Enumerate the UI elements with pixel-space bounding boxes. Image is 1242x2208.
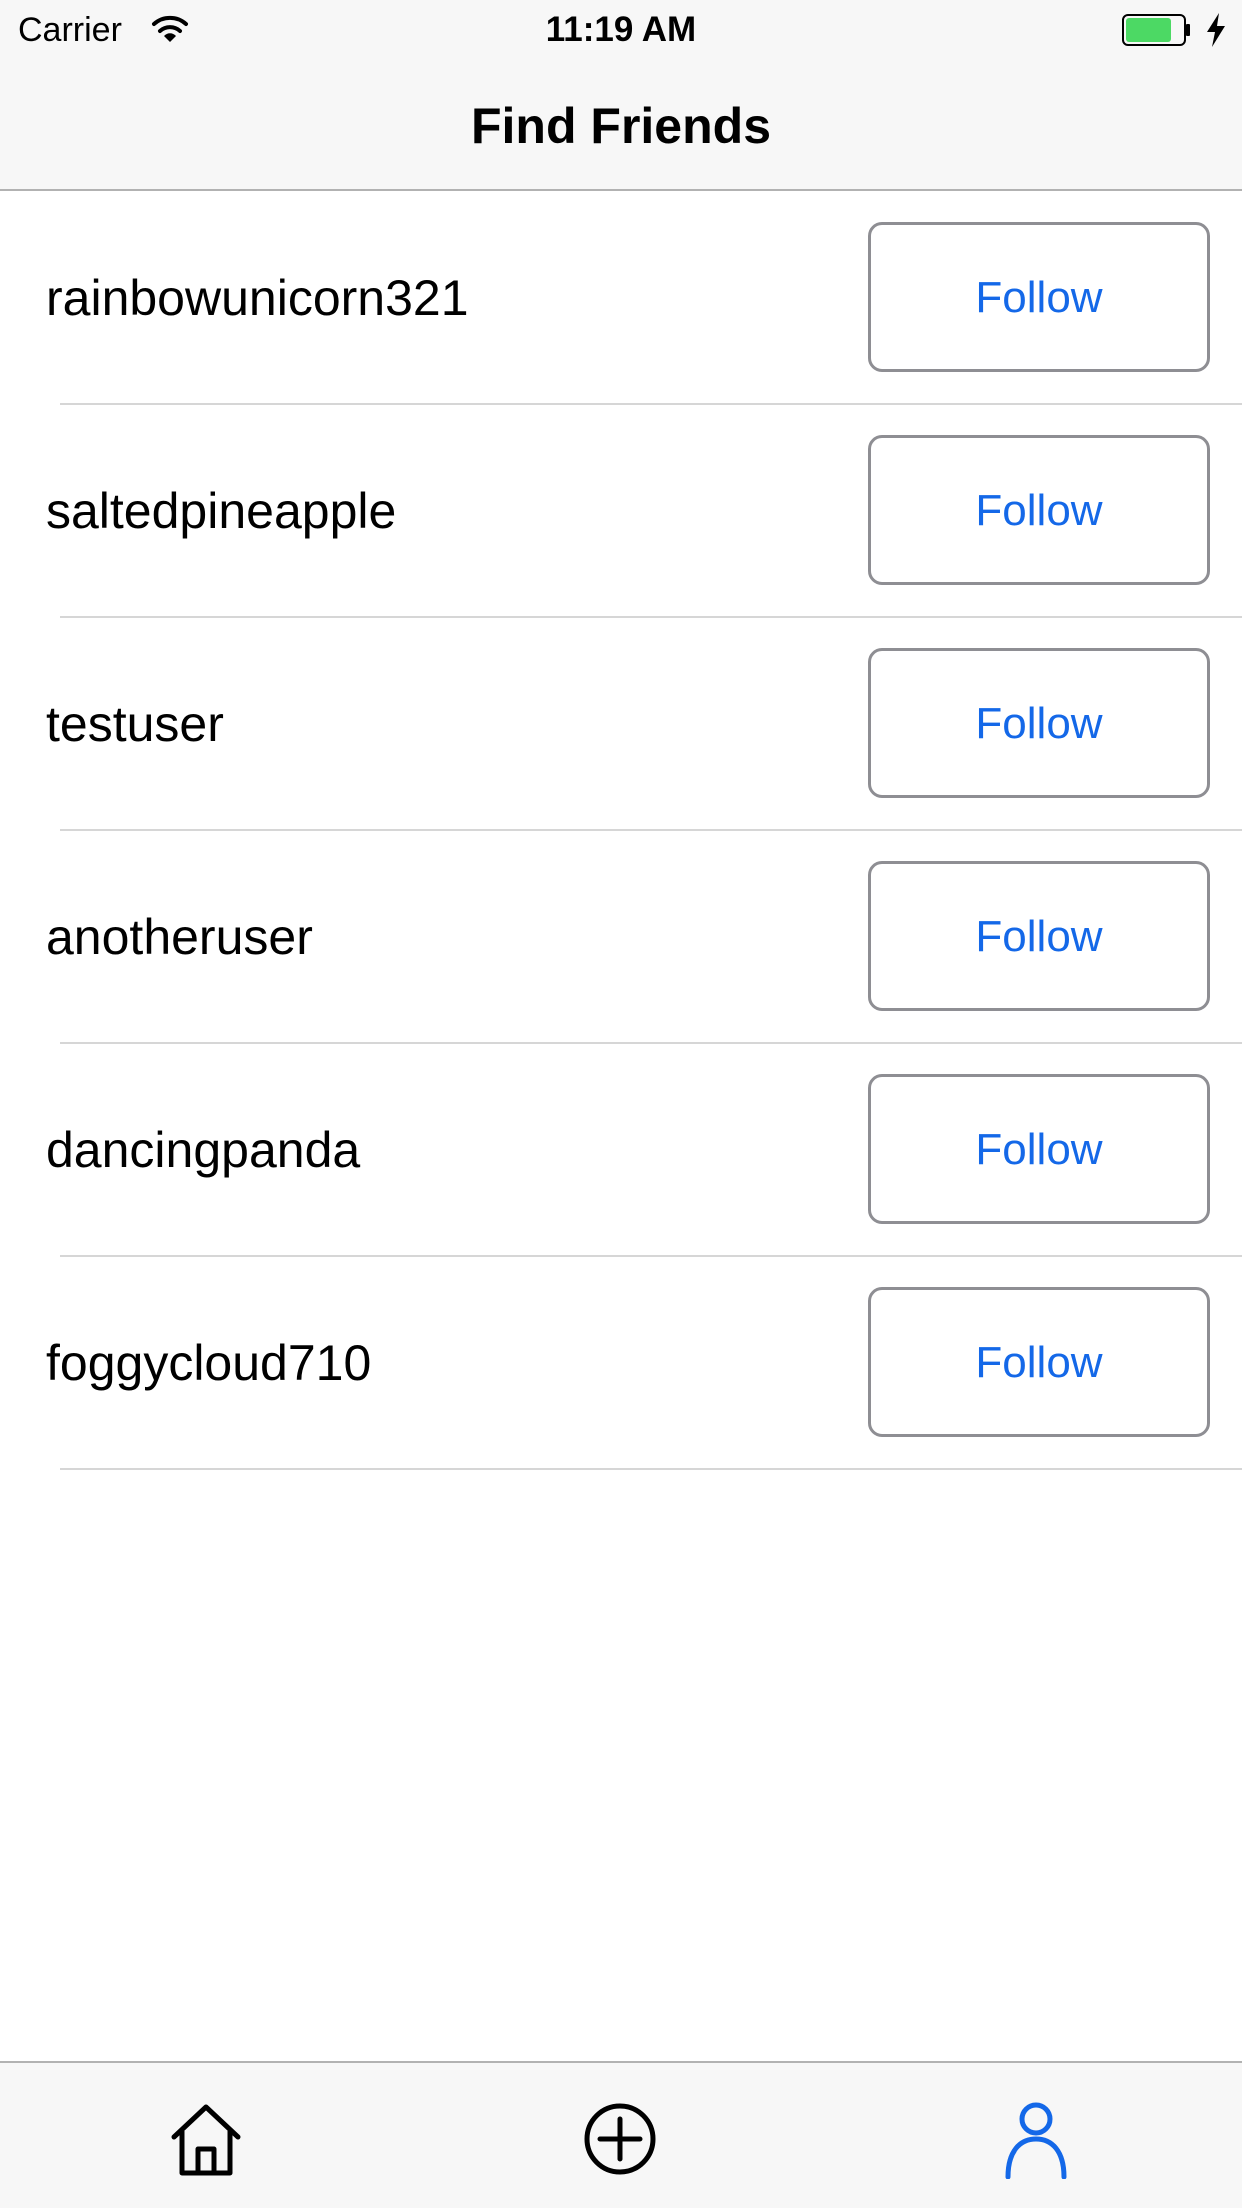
status-bar: Carrier 11:19 AM [0,0,1242,60]
navigation-bar: Find Friends [0,60,1242,191]
tab-bar [0,2061,1242,2208]
username-label: dancingpanda [46,1122,361,1178]
username-label: anotheruser [46,909,313,965]
add-circle-icon [584,2103,656,2175]
follow-button[interactable]: Follow [868,648,1210,798]
list-item: testuser Follow [0,618,1242,831]
status-time: 11:19 AM [545,10,697,49]
list-item: rainbowunicorn321 Follow [0,192,1242,405]
list-item: anotheruser Follow [0,831,1242,1044]
username-label: rainbowunicorn321 [46,270,469,326]
list-item: dancingpanda Follow [0,1044,1242,1257]
follow-button[interactable]: Follow [868,435,1210,585]
profile-icon [1005,2102,1067,2179]
follow-button[interactable]: Follow [868,1074,1210,1224]
tab-profile[interactable] [996,2099,1076,2179]
username-label: saltedpineapple [46,483,397,539]
home-icon [171,2104,241,2176]
battery-icon [1122,14,1192,46]
username-label: testuser [46,696,224,752]
tab-add[interactable] [580,2099,660,2179]
list-item: foggycloud710 Follow [0,1257,1242,1470]
follow-button[interactable]: Follow [868,861,1210,1011]
username-label: foggycloud710 [46,1335,372,1391]
list-item: saltedpineapple Follow [0,405,1242,618]
follow-button[interactable]: Follow [868,222,1210,372]
find-friends-screen: Carrier 11:19 AM Find Friends rainbowuni… [0,0,1242,2208]
page-title: Find Friends [471,98,771,154]
follow-button[interactable]: Follow [868,1287,1210,1437]
tab-home[interactable] [166,2099,246,2179]
charging-bolt-icon [1204,12,1228,48]
user-list: rainbowunicorn321 Follow saltedpineapple… [0,192,1242,1470]
